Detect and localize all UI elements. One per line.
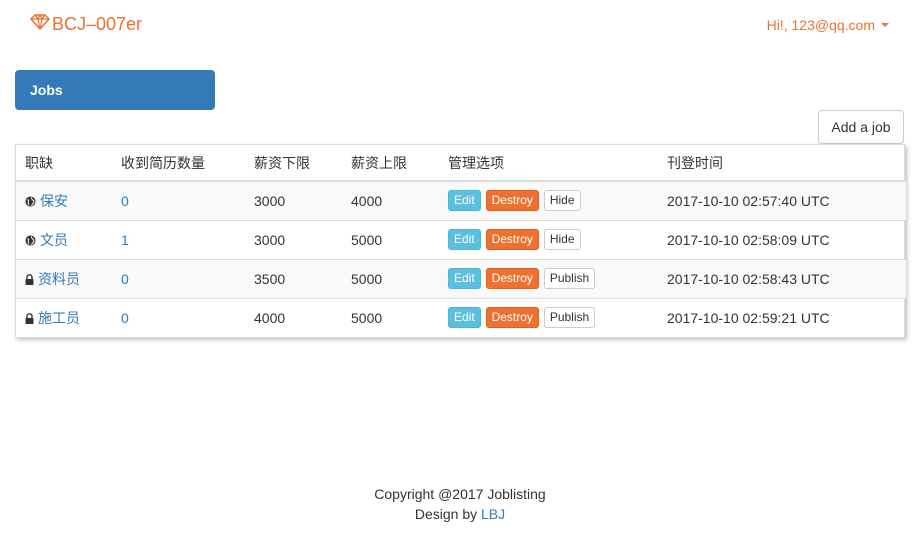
- globe-icon: [25, 233, 36, 249]
- table-row: 资料员 0 3500 5000 Edit Destroy Publish 201…: [16, 258, 906, 298]
- brand-name: BCJ–007er: [52, 14, 143, 34]
- resume-count-link[interactable]: 0: [121, 193, 129, 209]
- job-title-cell: 资料员: [16, 258, 112, 298]
- header-actions: 管理选项: [439, 145, 658, 182]
- resume-count-link[interactable]: 1: [121, 232, 129, 248]
- actions-cell: Edit Destroy Hide: [439, 219, 658, 259]
- header-resumes: 收到简历数量: [112, 145, 245, 182]
- table-row: 施工员 0 4000 5000 Edit Destroy Publish 201…: [16, 297, 906, 337]
- destroy-button[interactable]: Destroy: [485, 229, 539, 250]
- design-prefix: Design by: [414, 506, 478, 522]
- wage-lower-cell: 3000: [245, 181, 342, 220]
- job-title-cell: 保安: [16, 181, 112, 220]
- wage-upper-cell: 5000: [342, 258, 439, 298]
- wage-lower-cell: 3000: [245, 219, 342, 259]
- lock-icon: [25, 311, 34, 327]
- job-title-link[interactable]: 施工员: [38, 310, 80, 326]
- published-at-cell: 2017-10-10 02:59:21 UTC: [658, 297, 906, 337]
- lock-icon: [25, 272, 34, 288]
- job-title-cell: 文员: [16, 219, 112, 259]
- published-at-cell: 2017-10-10 02:58:43 UTC: [658, 258, 906, 298]
- job-title-link[interactable]: 文员: [40, 232, 68, 248]
- user-greeting: Hi!, 123@qq.com: [766, 17, 875, 33]
- table-row: 文员 1 3000 5000 Edit Destroy Hide 2017-10…: [16, 219, 906, 259]
- header-wage-lower: 薪资下限: [245, 145, 342, 182]
- actions-cell: Edit Destroy Publish: [439, 258, 658, 298]
- resume-count-link[interactable]: 0: [121, 310, 129, 326]
- jobs-table: 职缺 收到简历数量 薪资下限 薪资上限 管理选项 刊登时间 保安 0 3000 …: [15, 144, 906, 338]
- brand-link[interactable]: BCJ–007er: [30, 14, 142, 35]
- destroy-button[interactable]: Destroy: [485, 307, 539, 329]
- wage-upper-cell: 5000: [342, 297, 439, 337]
- edit-button[interactable]: Edit: [448, 190, 481, 212]
- destroy-button[interactable]: Destroy: [485, 190, 539, 212]
- edit-button[interactable]: Edit: [448, 268, 481, 289]
- published-at-cell: 2017-10-10 02:58:09 UTC: [658, 219, 906, 259]
- tab-jobs[interactable]: Jobs: [15, 70, 215, 110]
- job-title-link[interactable]: 资料员: [38, 271, 80, 287]
- job-title-link[interactable]: 保安: [40, 193, 68, 209]
- wage-upper-cell: 5000: [342, 219, 439, 259]
- footer: Copyright @2017 Joblisting Design by LBJ: [0, 484, 920, 524]
- wage-upper-cell: 4000: [342, 181, 439, 220]
- design-credit: Design by LBJ: [0, 504, 920, 524]
- tab-jobs-label: Jobs: [30, 82, 63, 98]
- publish-button[interactable]: Publish: [543, 307, 596, 329]
- add-job-button[interactable]: Add a job: [818, 110, 904, 144]
- edit-button[interactable]: Edit: [448, 307, 481, 329]
- header-wage-upper: 薪资上限: [342, 145, 439, 182]
- user-menu-dropdown[interactable]: Hi!, 123@qq.com: [767, 17, 889, 33]
- wage-lower-cell: 3500: [245, 258, 342, 298]
- published-at-cell: 2017-10-10 02:57:40 UTC: [658, 181, 906, 220]
- table-header-row: 职缺 收到简历数量 薪资下限 薪资上限 管理选项 刊登时间: [16, 145, 906, 182]
- navbar: BCJ–007er Hi!, 123@qq.com: [0, 0, 920, 50]
- destroy-button[interactable]: Destroy: [485, 268, 539, 289]
- wage-lower-cell: 4000: [245, 297, 342, 337]
- designer-link[interactable]: LBJ: [481, 506, 505, 522]
- publish-button[interactable]: Publish: [543, 268, 596, 289]
- diamond-icon: [30, 14, 52, 35]
- caret-down-icon: [881, 23, 889, 27]
- job-title-cell: 施工员: [16, 297, 112, 337]
- hide-button[interactable]: Hide: [543, 190, 581, 212]
- table-row: 保安 0 3000 4000 Edit Destroy Hide 2017-10…: [16, 181, 906, 220]
- globe-icon: [25, 194, 36, 210]
- edit-button[interactable]: Edit: [448, 229, 481, 250]
- actions-cell: Edit Destroy Hide: [439, 181, 658, 220]
- hide-button[interactable]: Hide: [543, 229, 581, 250]
- resume-count-link[interactable]: 0: [121, 271, 129, 287]
- copyright-text: Copyright @2017 Joblisting: [374, 486, 546, 502]
- header-published-at: 刊登时间: [658, 145, 906, 182]
- actions-cell: Edit Destroy Publish: [439, 297, 658, 337]
- header-title: 职缺: [16, 145, 112, 182]
